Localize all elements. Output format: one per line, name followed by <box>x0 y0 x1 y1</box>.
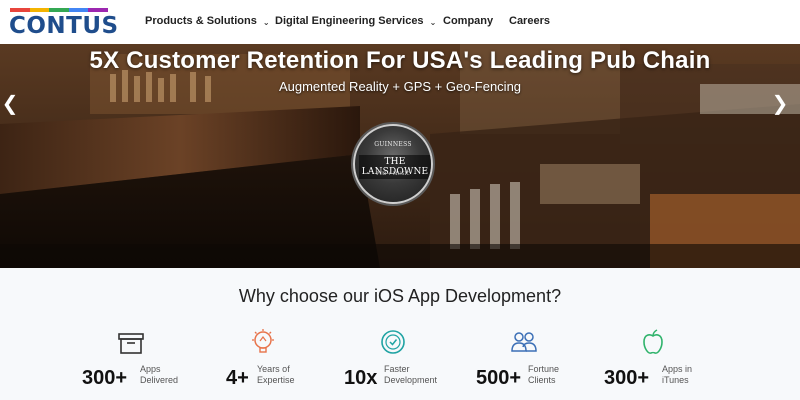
logo-bar-segment <box>88 8 108 12</box>
stat-apps-delivered: 300+ Apps Delivered <box>82 322 232 392</box>
stat-label: Apps in iTunes <box>662 364 722 386</box>
hero-banner: 5X Customer Retention For USA's Leading … <box>0 44 800 268</box>
chevron-down-icon: ⌄ <box>262 17 270 27</box>
clock-icon <box>381 330 405 354</box>
carousel-next-button[interactable]: ❯ <box>770 92 790 116</box>
apple-icon <box>643 329 663 354</box>
stat-label-line: Delivered <box>140 375 179 385</box>
stat-number: 10x <box>344 367 378 389</box>
stat-label-line: Clients <box>528 375 556 385</box>
contus-logo[interactable]: CONTUS <box>9 8 118 39</box>
stat-label-line: Fortune <box>528 364 560 374</box>
logo-text: CONTUS <box>9 13 119 39</box>
stat-label-line: Faster <box>384 364 410 374</box>
nav-company[interactable]: Company <box>443 15 493 27</box>
stat-label-line: Development <box>384 375 438 385</box>
why-choose-section: Why choose our iOS App Development? 300+… <box>0 268 800 400</box>
stat-apps-itunes: 300+ Apps in iTunes <box>604 322 754 392</box>
stat-label-line: Years of <box>257 364 290 374</box>
stat-number: 4+ <box>226 367 249 389</box>
chevron-right-icon: ❯ <box>771 93 789 115</box>
nav-item-company[interactable]: Company <box>443 15 493 27</box>
logo-color-bar <box>10 8 108 12</box>
stat-label-line: iTunes <box>662 375 689 385</box>
badge-top-text: GUINNESS <box>374 141 412 148</box>
hero-title: 5X Customer Retention For USA's Leading … <box>89 47 711 74</box>
stat-label: Fortune Clients <box>528 364 588 386</box>
lightbulb-icon <box>252 329 274 353</box>
nav-item-digital-engineering[interactable]: Digital Engineering Services ⌄ <box>275 15 436 27</box>
carousel-prev-button[interactable]: ❮ <box>0 92 20 116</box>
stat-label-line: Apps <box>140 364 161 374</box>
nav-careers[interactable]: Careers <box>509 15 550 27</box>
logo-bar-segment <box>68 8 89 12</box>
stat-number: 300+ <box>82 367 128 389</box>
the-lansdowne-pub-badge: GUINNESS THE LANSDOWNE PUB + MUSIC <box>353 124 433 204</box>
stat-number: 500+ <box>476 367 522 389</box>
nav-item-careers[interactable]: Careers <box>509 15 550 27</box>
site-header: CONTUS Products & Solutions ⌄ Digital En… <box>0 0 800 44</box>
chevron-down-icon: ⌄ <box>429 17 437 27</box>
nav-label: Products & Solutions <box>145 15 257 27</box>
box-icon <box>118 333 144 354</box>
logo-bar-segment <box>29 8 50 12</box>
stat-label: Faster Development <box>384 364 444 386</box>
stat-number: 300+ <box>604 367 650 389</box>
users-icon <box>511 332 537 352</box>
section-title: Why choose our iOS App Development? <box>238 286 562 306</box>
stat-faster-development: 10x Faster Development <box>344 322 494 392</box>
stat-label: Years of Expertise <box>257 364 317 386</box>
nav-label: Digital Engineering Services <box>275 15 424 27</box>
nav-products-solutions[interactable]: Products & Solutions ⌄ <box>145 15 270 27</box>
logo-bar-segment <box>10 8 30 12</box>
stat-label: Apps Delivered <box>140 364 200 386</box>
hero-subtitle: Augmented Reality + GPS + Geo-Fencing <box>278 79 522 94</box>
nav-digital-engineering[interactable]: Digital Engineering Services ⌄ <box>275 15 436 27</box>
chevron-left-icon: ❮ <box>1 93 19 115</box>
nav-item-products-solutions[interactable]: Products & Solutions ⌄ <box>145 15 270 27</box>
stat-label-line: Expertise <box>257 375 295 385</box>
logo-bar-segment <box>49 8 69 12</box>
stat-label-line: Apps in <box>662 364 693 374</box>
badge-sub-text: PUB + MUSIC <box>376 172 410 177</box>
